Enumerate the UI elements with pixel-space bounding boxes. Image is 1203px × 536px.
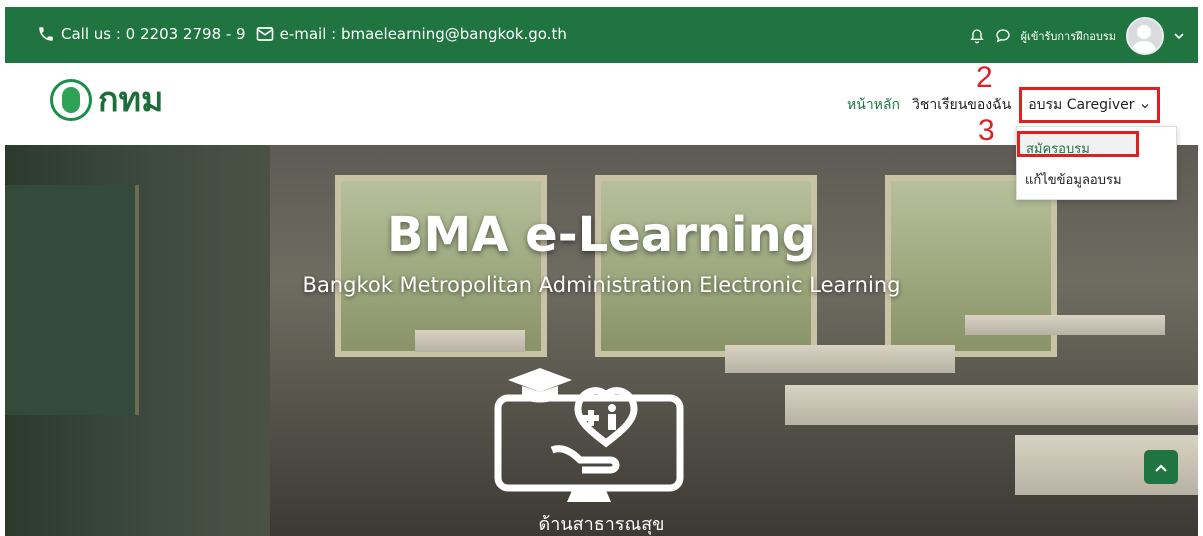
user-role-label[interactable]: ผู้เข้ารับการฝึกอบรม xyxy=(1021,27,1116,45)
menu-item-apply[interactable]: สมัครอบรม xyxy=(1017,131,1139,157)
menu-item-edit-info[interactable]: แก้ไขข้อมูลอบรม xyxy=(1025,169,1122,190)
chevron-down-icon[interactable] xyxy=(1174,32,1184,40)
chevron-down-icon xyxy=(1141,97,1149,113)
user-area: ผู้เข้ารับการฝึกอบรม xyxy=(969,17,1184,55)
desk xyxy=(785,385,1198,425)
classroom-window xyxy=(595,175,817,357)
bma-seal-icon xyxy=(50,79,92,121)
mail-icon xyxy=(256,26,274,42)
page-frame: Call us : 0 2203 2798 - 9 e-mail : bmael… xyxy=(5,0,1198,536)
hero-subtitle: Bangkok Metropolitan Administration Elec… xyxy=(302,273,901,297)
desk xyxy=(965,315,1165,335)
back-to-top-button[interactable] xyxy=(1144,450,1178,484)
bell-icon[interactable] xyxy=(969,28,985,44)
nav-my-courses-link[interactable]: วิชาเรียนของฉัน xyxy=(912,94,1011,116)
avatar[interactable] xyxy=(1126,17,1164,55)
caregiver-dropdown-menu: สมัครอบรม แก้ไขข้อมูลอบรม xyxy=(1016,126,1177,200)
email-link[interactable]: e-mail : bmaelearning@bangkok.go.th xyxy=(280,25,567,43)
primary-nav: หน้าหลัก วิชาเรียนของฉัน อบรม Caregiver xyxy=(835,87,1160,123)
chat-icon[interactable] xyxy=(995,28,1011,44)
category-caption: ด้านสาธารณสุข xyxy=(538,514,665,535)
chevron-up-icon xyxy=(1154,458,1168,477)
site-logo[interactable]: กทม xyxy=(50,79,163,121)
contact-info: Call us : 0 2203 2798 - 9 e-mail : bmael… xyxy=(37,25,567,43)
nav-home-link[interactable]: หน้าหลัก xyxy=(847,94,900,116)
desk xyxy=(725,345,955,373)
phone-text: Call us : 0 2203 2798 - 9 xyxy=(61,25,246,43)
caregiver-menu-label: อบรม Caregiver xyxy=(1028,97,1135,113)
annotation-step-2: 2 xyxy=(976,61,993,94)
top-contact-bar: Call us : 0 2203 2798 - 9 e-mail : bmael… xyxy=(5,7,1198,63)
desk xyxy=(415,330,525,352)
annotation-step-3: 3 xyxy=(978,114,995,147)
public-health-icon[interactable] xyxy=(488,360,688,510)
nav-caregiver-menu[interactable]: อบรม Caregiver xyxy=(1019,87,1160,123)
hero-title: BMA e-Learning xyxy=(386,207,817,263)
logo-text: กทม xyxy=(98,80,164,120)
phone-icon xyxy=(37,25,55,43)
hero-banner: BMA e-Learning Bangkok Metropolitan Admi… xyxy=(5,145,1198,536)
